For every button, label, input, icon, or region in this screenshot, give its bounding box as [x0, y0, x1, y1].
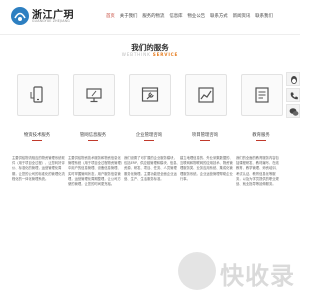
service-icon-box — [73, 74, 115, 116]
service-title: 企业管理咨询 — [135, 133, 163, 138]
service-title: 物资技术服务 — [23, 133, 51, 138]
section-subtitle-en: WEBTHINK — [121, 52, 153, 57]
document-icon — [255, 87, 269, 103]
service-icon-box — [241, 74, 283, 116]
service-description: 主要供给物流相应的物资管理系统软件（用于项目全过程）、让您利好评价、标准化的管理… — [12, 156, 65, 181]
nav-item-logistics[interactable]: 服务的物流 — [142, 12, 164, 22]
title-underline — [144, 140, 154, 141]
title-underline — [88, 140, 98, 141]
service-card[interactable]: 项目管理咨询 建立地理信息的、外业采集数据的、互联网和物联网的应用技术、物资管理… — [180, 74, 233, 274]
nav-item-contact-info[interactable]: 联系方式 — [210, 12, 228, 22]
mobile-icon — [30, 86, 43, 103]
service-icon-box — [17, 74, 59, 116]
watermark-logo-icon — [178, 252, 216, 290]
nav-item-contact-us[interactable]: 联系我们 — [255, 12, 273, 22]
watermark: 快收录 — [178, 250, 296, 294]
section-subtitle: WEBTHINK SERVICE — [0, 52, 300, 57]
service-description: 主要供给物资技术服务和物资信息化管理系统（用于项目全过程物资管理）中用户的信息管… — [68, 156, 123, 187]
service-icon-box — [185, 74, 227, 116]
watermark-text: 快收录 — [220, 262, 295, 290]
wechat-button[interactable] — [286, 104, 300, 118]
qq-icon — [291, 76, 297, 84]
chart-icon — [198, 87, 214, 103]
service-title: 项目管理咨询 — [191, 133, 219, 138]
service-card[interactable]: 管网信息服务 主要供给物资技术服务和物资信息化管理系统（用于项目全过程物资管理）… — [68, 74, 122, 274]
section-subtitle-accent: SERVICE — [152, 52, 179, 57]
title-underline — [200, 140, 210, 141]
side-toolbar — [286, 72, 300, 120]
nav-item-about[interactable]: 关于我们 — [120, 12, 138, 22]
service-description: 我们设置了可扩展的企业服务模块，包括ERP，供应链管理和模块、信息、资源、研发、… — [124, 156, 180, 181]
site-header: 浙江广玥 GUANGYUE ZHEJIANG 首页 关于我们 服务的物流 信息库… — [0, 0, 300, 35]
title-underline — [32, 140, 42, 141]
phone-icon — [290, 92, 298, 100]
service-icon-box — [129, 74, 171, 116]
nav-item-news[interactable]: 新闻资讯 — [233, 12, 251, 22]
nav-item-home[interactable]: 首页 — [106, 12, 115, 22]
service-description: 建立地理信息的、外业采集数据的、互联网和物联网的应用技术、物资管理服务类、业务应… — [180, 156, 233, 181]
nav-item-notice[interactable]: 物业公告 — [188, 12, 206, 22]
monitor-icon — [86, 88, 102, 103]
service-card[interactable]: 教育服务 我们的全面的教育服务内容包括课程研发、教材编写、在线教育、教学管理、师… — [236, 74, 286, 274]
qq-button[interactable] — [286, 72, 300, 86]
brand-subtitle: GUANGYUE ZHEJIANG — [32, 19, 70, 23]
logo-mark-icon — [11, 7, 29, 25]
service-card[interactable]: 物资技术服务 主要供给物流相应的物资管理系统软件（用于项目全过程）、让您利好评价… — [12, 74, 65, 274]
wechat-icon — [289, 108, 299, 116]
service-description: 我们的全面的教育服务内容包括课程研发、教材编写、在线教育、教学管理、师资培训、考… — [236, 156, 279, 187]
phone-button[interactable] — [286, 88, 300, 102]
main-nav: 首页 关于我们 服务的物流 信息库 物业公告 联系方式 新闻资讯 联系我们 — [106, 12, 273, 22]
service-card[interactable]: 企业管理咨询 我们设置了可扩展的企业服务模块，包括ERP，供应链管理和模块、信息… — [124, 74, 180, 274]
wrench-icon — [141, 87, 159, 102]
nav-item-info[interactable]: 信息库 — [169, 12, 182, 22]
service-title: 管网信息服务 — [79, 133, 107, 138]
title-underline — [256, 140, 266, 141]
site-logo[interactable]: 浙江广玥 GUANGYUE ZHEJIANG — [10, 4, 92, 30]
service-title: 教育服务 — [252, 133, 270, 138]
